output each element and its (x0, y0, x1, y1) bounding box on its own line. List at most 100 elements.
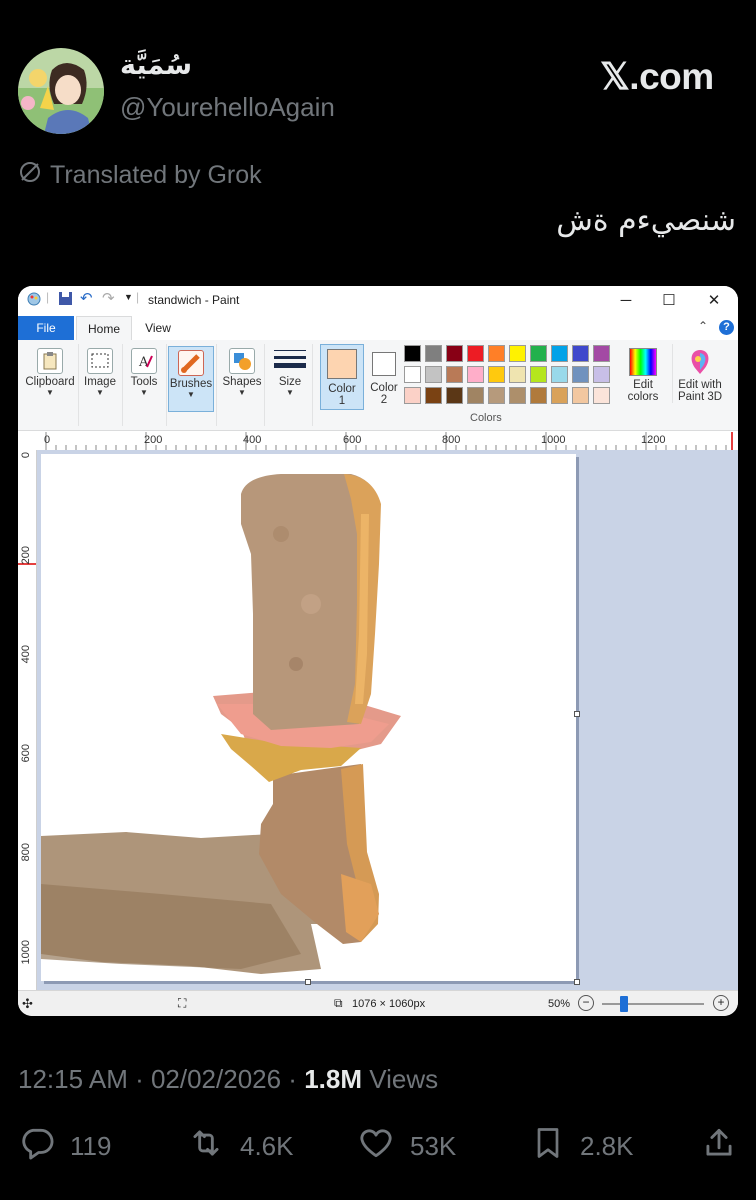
brushes-button[interactable]: Brushes ▼ (168, 346, 214, 412)
palette-swatch[interactable] (572, 345, 589, 362)
palette-swatch[interactable] (446, 366, 463, 383)
palette-swatch[interactable] (551, 366, 568, 383)
edit-colors-label-b: colors (627, 391, 659, 403)
palette-swatch[interactable] (509, 387, 526, 404)
ruler-label: 200 (20, 546, 32, 565)
palette-swatch[interactable] (488, 366, 505, 383)
chevron-down-icon: ▼ (238, 388, 246, 397)
user-handle[interactable]: @YourehelloAgain (120, 92, 335, 123)
tools-button[interactable]: A Tools ▼ (124, 348, 164, 397)
brushes-label: Brushes (169, 378, 213, 390)
close-button[interactable]: ✕ (694, 289, 734, 313)
palette-swatch[interactable] (467, 345, 484, 362)
palette-swatch[interactable] (404, 345, 421, 362)
ruler-label: 1000 (20, 940, 32, 965)
post-time[interactable]: 12:15 AM · 02/02/2026 · (18, 1064, 304, 1094)
help-icon[interactable]: ? (719, 320, 734, 335)
palette-swatch[interactable] (551, 387, 568, 404)
palette-swatch[interactable] (488, 345, 505, 362)
bookmark-icon (530, 1124, 566, 1169)
size-label: Size (278, 376, 302, 388)
color1-label-b: 1 (338, 395, 346, 407)
resize-handle-bottom[interactable] (305, 979, 311, 985)
palette-swatch[interactable] (593, 387, 610, 404)
ruler-label: 400 (243, 434, 262, 446)
palette-swatch[interactable] (425, 366, 442, 383)
tab-file[interactable]: File (18, 316, 74, 340)
color1-label-a: Color (328, 383, 356, 395)
palette-swatch[interactable] (425, 387, 442, 404)
views-count: 1.8M (304, 1064, 363, 1094)
shapes-icon (229, 348, 255, 374)
zoom-out-button[interactable]: − (578, 995, 594, 1011)
palette-swatch[interactable] (404, 387, 421, 404)
palette-swatch[interactable] (593, 345, 610, 362)
bookmark-button[interactable]: 2.8K (530, 1124, 634, 1169)
like-count: 53K (410, 1131, 457, 1161)
zoom-level: 50% (548, 998, 571, 1010)
shapes-button[interactable]: Shapes ▼ (220, 348, 264, 397)
like-button[interactable]: 53K (356, 1124, 456, 1169)
resize-handle-right[interactable] (574, 711, 580, 717)
color-spectrum-icon (629, 348, 657, 376)
share-button[interactable] (700, 1124, 738, 1169)
palette-swatch[interactable] (404, 366, 421, 383)
avatar[interactable] (18, 48, 104, 134)
palette-swatch[interactable] (593, 366, 610, 383)
palette-swatch[interactable] (446, 387, 463, 404)
palette-swatch[interactable] (572, 366, 589, 383)
clipboard-button[interactable]: Clipboard ▼ (24, 348, 76, 397)
clipboard-group: Clipboard ▼ (22, 344, 79, 426)
paint-window-screenshot[interactable]: | ↶ ↷ ▼ | standwich - Paint ─ ☐ ✕ File H… (18, 286, 738, 1016)
palette-swatch[interactable] (467, 387, 484, 404)
zoom-slider[interactable] (602, 996, 704, 1012)
drawing-canvas[interactable] (41, 454, 576, 981)
maximize-button[interactable]: ☐ (649, 289, 689, 313)
sandwich-painting (41, 474, 401, 974)
palette-swatch[interactable] (509, 366, 526, 383)
repost-button[interactable]: 4.6K (186, 1124, 294, 1169)
undo-icon[interactable]: ↶ (80, 289, 93, 307)
edit-with-paint3d-button[interactable]: Edit with Paint 3D (672, 344, 727, 403)
palette-swatch[interactable] (530, 387, 547, 404)
reply-button[interactable]: 119 (18, 1124, 111, 1169)
ruler-horizontal: 0 200 400 600 800 1000 1200 (18, 432, 738, 451)
tab-view[interactable]: View (138, 316, 178, 340)
ruler-label: 800 (20, 843, 32, 862)
zoom-in-button[interactable]: + (713, 995, 729, 1011)
svg-text:A: A (138, 355, 149, 370)
color2-label-b: 2 (380, 394, 388, 406)
edit-colors-button[interactable]: Edit colors (622, 344, 664, 403)
palette-swatch[interactable] (446, 345, 463, 362)
cursor-position-icon: ✣ (22, 996, 33, 1011)
tab-home[interactable]: Home (76, 316, 132, 341)
zoom-slider-thumb[interactable] (620, 996, 628, 1012)
color1-button[interactable]: Color 1 (320, 344, 364, 410)
display-name[interactable]: سُمَيَّة (120, 50, 192, 81)
palette-swatch[interactable] (467, 366, 484, 383)
quick-access-dropdown-icon[interactable]: ▼ (124, 292, 133, 302)
palette-swatch[interactable] (530, 366, 547, 383)
collapse-ribbon-icon[interactable]: ⌃ (698, 319, 708, 333)
chevron-down-icon: ▼ (46, 388, 54, 397)
palette-swatch[interactable] (509, 345, 526, 362)
palette-swatch[interactable] (488, 387, 505, 404)
repost-icon (186, 1124, 226, 1169)
canvas-workspace[interactable] (37, 450, 738, 990)
size-button[interactable]: Size ▼ (270, 348, 310, 397)
save-icon[interactable] (58, 291, 73, 309)
color2-button[interactable]: Color 2 (364, 344, 404, 408)
ruler-label: 1200 (641, 434, 666, 446)
resize-handle-corner[interactable] (574, 979, 580, 985)
palette-swatch[interactable] (425, 345, 442, 362)
tools-label: Tools (130, 376, 158, 388)
palette-swatch[interactable] (551, 345, 568, 362)
redo-icon[interactable]: ↷ (102, 289, 115, 307)
palette-swatch[interactable] (572, 387, 589, 404)
bookmark-count: 2.8K (580, 1131, 634, 1161)
image-button[interactable]: Image ▼ (80, 348, 120, 397)
translation-notice[interactable]: Translated by Grok (18, 160, 262, 191)
palette-swatch[interactable] (530, 345, 547, 362)
ruler-label: 400 (20, 645, 32, 664)
minimize-button[interactable]: ─ (606, 289, 646, 313)
